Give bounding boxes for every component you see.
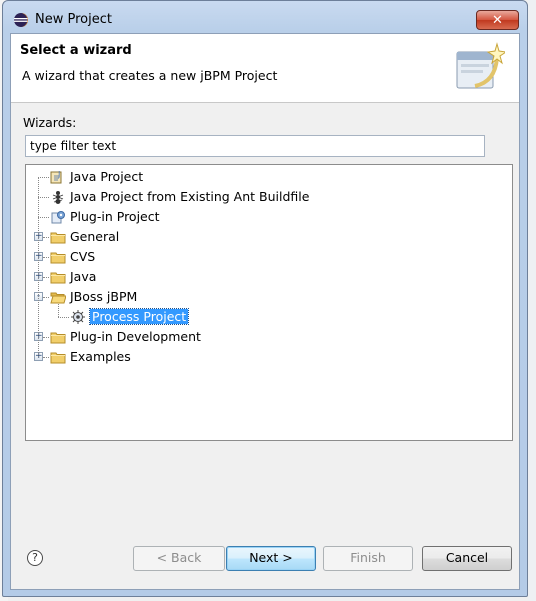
- tree-connector: [38, 177, 49, 178]
- folder-icon: [50, 329, 66, 345]
- tree-connector: [38, 197, 49, 198]
- new-project-dialog: New Project ✕ Select a wizard A wizard t…: [2, 0, 528, 597]
- folder-open-icon: [50, 289, 67, 305]
- tree-item[interactable]: + Java: [26, 268, 506, 286]
- cancel-button[interactable]: Cancel: [422, 546, 512, 571]
- title-bar[interactable]: New Project ✕: [3, 1, 527, 33]
- ant-icon: [50, 189, 66, 205]
- tree-connector: [43, 257, 49, 258]
- banner-title: Select a wizard: [20, 43, 132, 58]
- svg-text:J: J: [57, 170, 60, 179]
- tree-connector: [38, 217, 49, 218]
- plugin-project-icon: [50, 209, 66, 225]
- close-icon: ✕: [492, 13, 503, 28]
- tree-item-label: Plug-in Development: [70, 329, 201, 344]
- tree-connector: [43, 337, 49, 338]
- wizard-banner: Select a wizard A wizard that creates a …: [11, 34, 519, 103]
- tree-item-label: Java Project from Existing Ant Buildfile: [70, 189, 310, 204]
- tree-item[interactable]: Plug-in Project: [26, 208, 506, 226]
- process-project-icon: [70, 309, 86, 325]
- tree-item[interactable]: + CVS: [26, 248, 506, 266]
- tree-item-label: Java: [70, 269, 97, 284]
- tree-connector: [43, 277, 49, 278]
- tree-connector: [43, 237, 49, 238]
- back-button[interactable]: < Back: [133, 546, 225, 571]
- java-project-icon: J: [50, 169, 66, 185]
- tree-item-label: CVS: [70, 249, 96, 264]
- tree-item[interactable]: + General: [26, 228, 506, 246]
- tree-item-label: Examples: [70, 349, 131, 364]
- background-app-right: [528, 0, 536, 601]
- tree-item[interactable]: J Java Project: [26, 168, 506, 186]
- next-button[interactable]: Next >: [226, 546, 316, 571]
- close-button[interactable]: ✕: [476, 10, 519, 30]
- folder-icon: [50, 249, 66, 265]
- help-icon[interactable]: ?: [27, 550, 43, 566]
- folder-icon: [50, 229, 66, 245]
- folder-icon: [50, 349, 66, 365]
- wizards-label: Wizards:: [23, 115, 77, 130]
- tree-item[interactable]: Process Project: [26, 308, 506, 326]
- tree-item-label: Java Project: [70, 169, 144, 184]
- tree-item[interactable]: + Plug-in Development: [26, 328, 506, 346]
- filter-input[interactable]: [25, 135, 485, 157]
- dialog-body: Select a wizard A wizard that creates a …: [10, 33, 520, 590]
- tree-item-label: Plug-in Project: [70, 209, 160, 224]
- finish-button[interactable]: Finish: [323, 546, 413, 571]
- folder-icon: [50, 269, 66, 285]
- eclipse-icon: [14, 13, 28, 27]
- tree-item[interactable]: + Examples: [26, 348, 506, 366]
- banner-description: A wizard that creates a new jBPM Project: [22, 68, 278, 83]
- tree-item-label: JBoss jBPM: [70, 289, 138, 304]
- tree-connector: [58, 304, 59, 317]
- tree-connector: [58, 317, 69, 318]
- wizard-banner-icon: [456, 42, 505, 89]
- tree-connector: [43, 357, 49, 358]
- tree-item-label: General: [70, 229, 120, 244]
- dialog-title: New Project: [35, 12, 112, 27]
- tree-connector: [38, 177, 39, 357]
- tree-connector: [43, 297, 49, 298]
- tree-item[interactable]: - JBoss jBPM: [26, 288, 506, 306]
- tree-item-label: Process Project: [88, 308, 190, 325]
- tree-item[interactable]: Java Project from Existing Ant Buildfile: [26, 188, 506, 206]
- wizard-tree[interactable]: J Java Project Java Project from Existing …: [25, 164, 513, 441]
